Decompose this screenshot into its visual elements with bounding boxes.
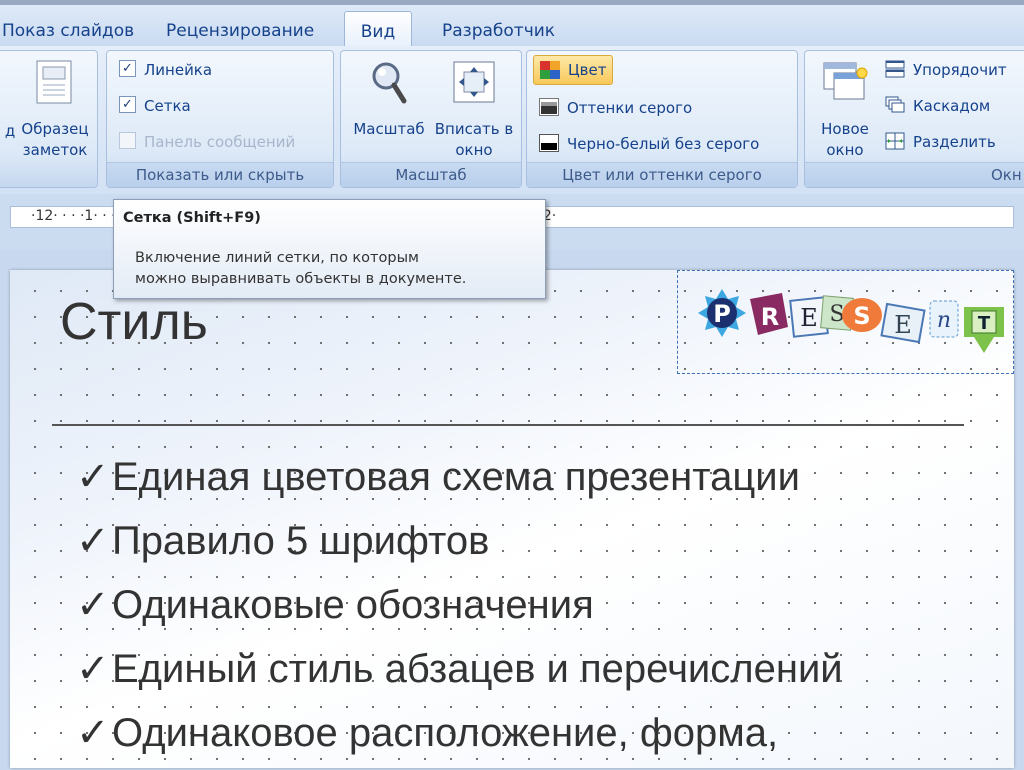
cascade-button[interactable]: Каскадом — [885, 93, 990, 119]
bullet-text: Единая цветовая схема презентации — [112, 455, 800, 499]
notes-master-label: Образец заметок — [21, 120, 89, 159]
group-label-window: Окн — [805, 162, 1024, 187]
black-white-button[interactable]: Черно-белый без серого — [539, 131, 759, 157]
bullet-text: Одинаковые обозначения — [112, 583, 594, 627]
bullet-list[interactable]: ✓Единая цветовая схема презентации ✓Прав… — [76, 450, 843, 770]
color-button[interactable]: Цвет — [533, 55, 614, 85]
svg-text:R: R — [761, 303, 779, 331]
present-logo-frame[interactable]: P R E S S E n T — [677, 270, 1014, 374]
group-zoom: Масштаб Вписать в окно Масштаб — [340, 50, 522, 188]
grid-checkbox[interactable]: ✓ Сетка — [119, 93, 191, 119]
new-window-icon — [807, 59, 883, 111]
grayscale-icon — [539, 97, 559, 116]
check-mark-icon: ✓ — [76, 711, 110, 755]
cascade-label: Каскадом — [913, 97, 991, 115]
fit-window-icon — [433, 59, 515, 111]
list-item: ✓Единая цветовая схема презентации — [76, 450, 843, 514]
group-presentation-views: д Образец заметок — [0, 50, 98, 188]
tooltip-title: Сетка (Shift+F9) — [123, 210, 261, 226]
check-icon: ✓ — [119, 60, 136, 77]
svg-text:P: P — [713, 300, 731, 328]
ruler-checkbox[interactable]: ✓ Линейка — [119, 57, 212, 83]
svg-text:n: n — [937, 308, 951, 333]
tab-developer[interactable]: Разработчик — [428, 11, 569, 51]
grayscale-button[interactable]: Оттенки серого — [539, 95, 692, 121]
split-button[interactable]: Разделить — [885, 129, 996, 155]
black-white-label: Черно-белый без серого — [567, 135, 760, 153]
list-item: ✓Одинаковые обозначения — [76, 578, 843, 642]
arrange-icon — [885, 60, 905, 78]
tooltip-body: Включение линий сетки, по которым можно … — [135, 248, 466, 290]
check-icon: ✓ — [119, 96, 136, 113]
svg-text:E: E — [894, 311, 912, 339]
present-logo: P R E S S E n T — [698, 289, 1004, 353]
check-mark-icon: ✓ — [76, 647, 110, 691]
arrange-label: Упорядочит — [913, 61, 1007, 79]
slide-canvas[interactable]: Стиль P R E S S E n T ✓Единая цветовая с… — [10, 270, 1014, 768]
fit-to-window-button[interactable]: Вписать в окно — [433, 59, 515, 161]
color-button-label: Цвет — [568, 61, 607, 79]
message-bar-checkbox[interactable]: Панель сообщений — [119, 129, 295, 155]
cascade-icon — [885, 96, 905, 114]
notes-master-icon — [13, 59, 97, 111]
grid-checkbox-label: Сетка — [144, 97, 191, 115]
ruler-checkbox-label: Линейка — [144, 61, 213, 79]
unchecked-box-icon — [119, 132, 136, 149]
list-item: ✓Одинаковое расположение, форма, — [76, 706, 843, 770]
tab-review[interactable]: Рецензирование — [152, 11, 328, 51]
bullet-text: Одинаковое расположение, форма, — [112, 711, 779, 755]
new-window-button[interactable]: Новое окно — [807, 59, 883, 161]
svg-text:E: E — [800, 304, 818, 332]
list-item: ✓Правило 5 шрифтов — [76, 514, 843, 578]
arrange-all-button[interactable]: Упорядочит — [885, 57, 1007, 83]
bullet-text: Единый стиль абзацев и перечислений — [112, 647, 843, 691]
check-mark-icon: ✓ — [76, 583, 110, 627]
split-label: Разделить — [913, 133, 996, 151]
check-mark-icon: ✓ — [76, 455, 110, 499]
group-label-color: Цвет или оттенки серого — [527, 162, 797, 187]
grid-tooltip: Сетка (Shift+F9) Включение линий сетки, … — [113, 199, 546, 299]
message-bar-checkbox-label: Панель сообщений — [144, 133, 296, 151]
group-color-grayscale: Цвет Оттенки серого Черно-белый без серо… — [526, 50, 798, 188]
new-window-label: Новое окно — [821, 120, 869, 159]
color-swatch-icon — [540, 60, 560, 79]
ribbon-tabs: Показ слайдов Рецензирование Вид Разрабо… — [0, 0, 1024, 52]
grayscale-label: Оттенки серого — [567, 99, 693, 117]
tooltip-line-1: Включение линий сетки, по которым — [135, 250, 419, 266]
group-window: Новое окно Упорядочит Каскадом Разделить… — [804, 50, 1024, 188]
group-show-hide: ✓ Линейка ✓ Сетка Панель сообщений Показат… — [106, 50, 334, 188]
group-label-show-hide: Показать или скрыть — [107, 162, 333, 187]
svg-text:S: S — [853, 302, 870, 330]
bullet-text: Правило 5 шрифтов — [112, 519, 490, 563]
check-mark-icon: ✓ — [76, 519, 110, 563]
title-divider-line — [52, 424, 964, 426]
ribbon: д Образец заметок ✓ Линейка ✓ Сетка Панель… — [0, 46, 1024, 195]
zoom-button[interactable]: Масштаб — [347, 59, 431, 140]
list-item: ✓Единый стиль абзацев и перечислений — [76, 642, 843, 706]
split-icon — [885, 132, 905, 150]
zoom-button-label: Масштаб — [353, 120, 425, 138]
svg-text:T: T — [978, 313, 991, 334]
tab-slideshow[interactable]: Показ слайдов — [0, 11, 148, 51]
tooltip-line-2: можно выравнивать объекты в документе. — [135, 271, 467, 287]
magnifier-icon — [347, 59, 431, 111]
notes-master-button[interactable]: Образец заметок — [13, 59, 97, 161]
slide-title[interactable]: Стиль — [60, 292, 208, 352]
fit-to-window-label: Вписать в окно — [434, 120, 514, 159]
black-white-icon — [539, 133, 559, 152]
group-label-zoom: Масштаб — [341, 162, 521, 187]
